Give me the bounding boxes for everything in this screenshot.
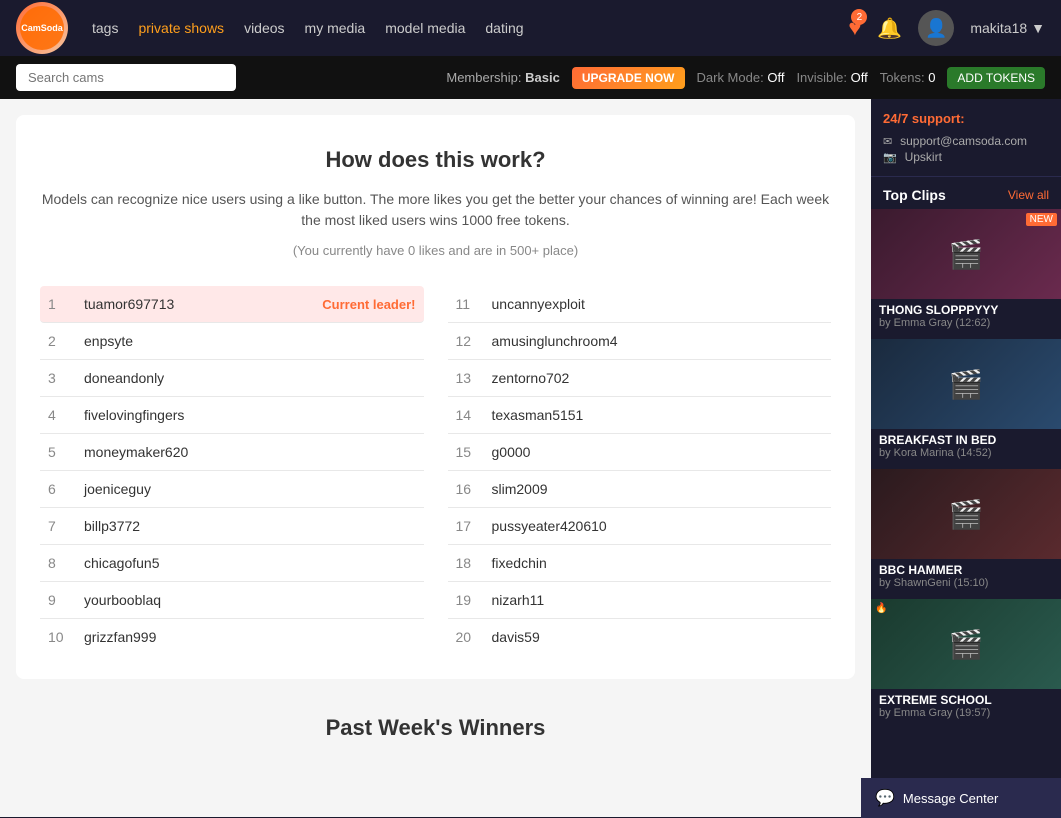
table-row: 8 chicagofun5 bbox=[40, 545, 424, 582]
table-row: 19 nizarh11 bbox=[448, 582, 832, 619]
clip-thumbnail-4: 🎬 🔥 bbox=[871, 599, 1061, 689]
view-all-link[interactable]: View all bbox=[1008, 188, 1049, 202]
top-clips-header: Top Clips View all bbox=[871, 177, 1061, 209]
search-input[interactable] bbox=[16, 64, 236, 91]
invisible-info: Invisible: Off bbox=[796, 70, 867, 85]
nav-model-media[interactable]: model media bbox=[385, 20, 465, 36]
logo-icon: CamSoda bbox=[16, 2, 68, 54]
favorites-button[interactable]: ♥ 2 bbox=[848, 15, 861, 41]
table-row: 6 joeniceguy bbox=[40, 471, 424, 508]
clip-item-4[interactable]: 🎬 🔥 EXTREME SCHOOL by Emma Gray (19:57) bbox=[871, 599, 1061, 727]
table-row: 20 davis59 bbox=[448, 619, 832, 655]
svg-text:CamSoda: CamSoda bbox=[21, 23, 64, 33]
email-icon: ✉ bbox=[883, 136, 892, 148]
clip-item-1[interactable]: 🎬 NEW THONG SLOPPPYYY by Emma Gray (12:6… bbox=[871, 209, 1061, 337]
username-button[interactable]: makita18 ▼ bbox=[970, 20, 1045, 36]
clip-info-1: THONG SLOPPPYYY by Emma Gray (12:62) bbox=[871, 299, 1061, 337]
main-nav: tags private shows videos my media model… bbox=[92, 20, 824, 36]
past-winners-title: Past Week's Winners bbox=[0, 695, 871, 753]
clip-title-3: BBC HAMMER bbox=[879, 563, 1053, 577]
table-row: 14 texasman5151 bbox=[448, 397, 832, 434]
leaderboard-right: 11 uncannyexploit 12 amusinglunchroom4 1… bbox=[448, 286, 832, 655]
username-label: makita18 bbox=[970, 20, 1027, 36]
clip-title-4: EXTREME SCHOOL bbox=[879, 693, 1053, 707]
clip-title-1: THONG SLOPPPYYY bbox=[879, 303, 1053, 317]
table-row: 3 doneandonly bbox=[40, 360, 424, 397]
message-center-label: Message Center bbox=[903, 791, 998, 806]
table-row: 17 pussyeater420610 bbox=[448, 508, 832, 545]
main-layout: How does this work? Models can recognize… bbox=[0, 99, 1061, 817]
clip-author-3: by ShawnGeni (15:10) bbox=[879, 577, 1053, 589]
membership-label: Membership: Basic bbox=[446, 70, 559, 85]
table-row: 1 tuamor697713 Current leader! bbox=[40, 286, 424, 323]
header: CamSoda tags private shows videos my med… bbox=[0, 0, 1061, 56]
new-badge: NEW bbox=[1026, 213, 1057, 226]
nav-my-media[interactable]: my media bbox=[305, 20, 366, 36]
tokens-info: Tokens: 0 bbox=[880, 70, 936, 85]
upskirt-icon: 📷 bbox=[883, 152, 897, 164]
how-it-works-panel: How does this work? Models can recognize… bbox=[16, 115, 855, 679]
upgrade-button[interactable]: UPGRADE NOW bbox=[572, 67, 685, 89]
top-clips-title: Top Clips bbox=[883, 187, 946, 203]
nav-private-shows[interactable]: private shows bbox=[138, 20, 224, 36]
search-bar: Membership: Basic UPGRADE NOW Dark Mode:… bbox=[0, 56, 1061, 99]
panel-title: How does this work? bbox=[40, 147, 831, 173]
clip-info-4: EXTREME SCHOOL by Emma Gray (19:57) bbox=[871, 689, 1061, 727]
table-row: 12 amusinglunchroom4 bbox=[448, 323, 832, 360]
dropdown-icon: ▼ bbox=[1031, 20, 1045, 36]
add-tokens-button[interactable]: ADD TOKENS bbox=[947, 67, 1045, 89]
leaderboard-left: 1 tuamor697713 Current leader! 2 enpsyte… bbox=[40, 286, 424, 655]
table-row: 4 fivelovingfingers bbox=[40, 397, 424, 434]
clip-info-3: BBC HAMMER by ShawnGeni (15:10) bbox=[871, 559, 1061, 597]
fire-icon: 🔥 bbox=[875, 603, 887, 614]
clip-item-2[interactable]: 🎬 BREAKFAST IN BED by Kora Marina (14:52… bbox=[871, 339, 1061, 467]
notifications-button[interactable]: 🔔 bbox=[877, 16, 902, 41]
avatar: 👤 bbox=[918, 10, 954, 46]
leader-tag: Current leader! bbox=[322, 297, 415, 312]
clip-author-4: by Emma Gray (19:57) bbox=[879, 707, 1053, 719]
table-row: 7 billp3772 bbox=[40, 508, 424, 545]
table-row: 9 yourbooblaq bbox=[40, 582, 424, 619]
table-row: 15 g0000 bbox=[448, 434, 832, 471]
sidebar: 24/7 support: ✉ support@camsoda.com 📷 Up… bbox=[871, 99, 1061, 817]
upskirt-link[interactable]: Upskirt bbox=[905, 150, 942, 164]
table-row: 13 zentorno702 bbox=[448, 360, 832, 397]
header-right: ♥ 2 🔔 👤 makita18 ▼ bbox=[848, 10, 1045, 46]
leaderboard: 1 tuamor697713 Current leader! 2 enpsyte… bbox=[40, 286, 831, 655]
nav-tags[interactable]: tags bbox=[92, 20, 118, 36]
table-row: 11 uncannyexploit bbox=[448, 286, 832, 323]
clip-info-2: BREAKFAST IN BED by Kora Marina (14:52) bbox=[871, 429, 1061, 467]
dark-mode-info: Dark Mode: Off bbox=[697, 70, 785, 85]
table-row: 5 moneymaker620 bbox=[40, 434, 424, 471]
favorites-count: 2 bbox=[851, 9, 867, 25]
table-row: 18 fixedchin bbox=[448, 545, 832, 582]
membership-info: Membership: Basic UPGRADE NOW Dark Mode:… bbox=[446, 67, 1045, 89]
support-title: 24/7 support: bbox=[883, 111, 1049, 126]
user-name-1: tuamor697713 bbox=[84, 296, 310, 312]
logo[interactable]: CamSoda bbox=[16, 2, 68, 54]
clip-thumbnail-3: 🎬 bbox=[871, 469, 1061, 559]
clip-author-1: by Emma Gray (12:62) bbox=[879, 317, 1053, 329]
message-center-button[interactable]: 💬 Message Center bbox=[861, 778, 1061, 818]
message-icon: 💬 bbox=[875, 788, 895, 808]
clip-thumbnail-1: 🎬 NEW bbox=[871, 209, 1061, 299]
table-row: 16 slim2009 bbox=[448, 471, 832, 508]
support-section: 24/7 support: ✉ support@camsoda.com 📷 Up… bbox=[871, 99, 1061, 177]
clip-title-2: BREAKFAST IN BED bbox=[879, 433, 1053, 447]
panel-note: (You currently have 0 likes and are in 5… bbox=[40, 243, 831, 258]
content-area: How does this work? Models can recognize… bbox=[0, 99, 871, 817]
clip-thumbnail-2: 🎬 bbox=[871, 339, 1061, 429]
support-email-link[interactable]: support@camsoda.com bbox=[900, 134, 1027, 148]
panel-description: Models can recognize nice users using a … bbox=[40, 189, 831, 231]
clip-item-3[interactable]: 🎬 BBC HAMMER by ShawnGeni (15:10) bbox=[871, 469, 1061, 597]
clip-author-2: by Kora Marina (14:52) bbox=[879, 447, 1053, 459]
table-row: 10 grizzfan999 bbox=[40, 619, 424, 655]
nav-dating[interactable]: dating bbox=[485, 20, 523, 36]
nav-videos[interactable]: videos bbox=[244, 20, 284, 36]
rank-1: 1 bbox=[48, 296, 72, 312]
table-row: 2 enpsyte bbox=[40, 323, 424, 360]
